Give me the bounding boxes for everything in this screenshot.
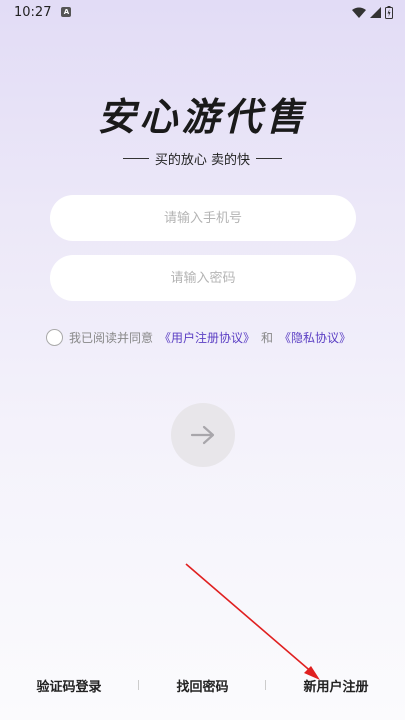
- agreement-checkbox[interactable]: [46, 329, 63, 346]
- notification-icon: A: [61, 7, 72, 17]
- nav-separator: [265, 680, 267, 690]
- slogan-text: 买的放心 卖的快: [154, 153, 251, 168]
- find-password-link[interactable]: 找回密码: [176, 676, 228, 695]
- bottom-nav: 验证码登录 找回密码 新用户注册: [0, 674, 405, 696]
- nav-separator: [138, 680, 140, 690]
- privacy-policy-link[interactable]: 《隐私协议》: [279, 329, 351, 346]
- phone-input[interactable]: [50, 195, 356, 241]
- signal-icon: [370, 6, 381, 18]
- arrow-right-icon: [190, 425, 215, 445]
- status-bar: 10:27 A: [0, 0, 405, 24]
- login-submit-button[interactable]: [171, 403, 235, 467]
- user-agreement-link[interactable]: 《用户注册协议》: [159, 329, 255, 346]
- brand-logo: 安心游代售 买的放心 卖的快: [0, 86, 405, 168]
- battery-icon: [385, 5, 393, 19]
- password-input[interactable]: [50, 255, 356, 301]
- status-time: 10:27: [14, 4, 52, 20]
- app-title: 安心游代售: [97, 94, 308, 139]
- slogan-row: 买的放心 卖的快: [0, 149, 405, 168]
- sms-login-link[interactable]: 验证码登录: [36, 676, 101, 695]
- divider-line: [256, 158, 283, 159]
- annotation-arrow: [185, 563, 320, 680]
- agreement-row: 我已阅读并同意 《用户注册协议》和《隐私协议》: [46, 329, 351, 346]
- register-link[interactable]: 新用户注册: [303, 676, 368, 695]
- agreement-and: 和: [261, 331, 274, 345]
- agreement-text: 我已阅读并同意: [69, 331, 154, 345]
- wifi-icon: [352, 7, 366, 18]
- divider-line: [122, 158, 149, 159]
